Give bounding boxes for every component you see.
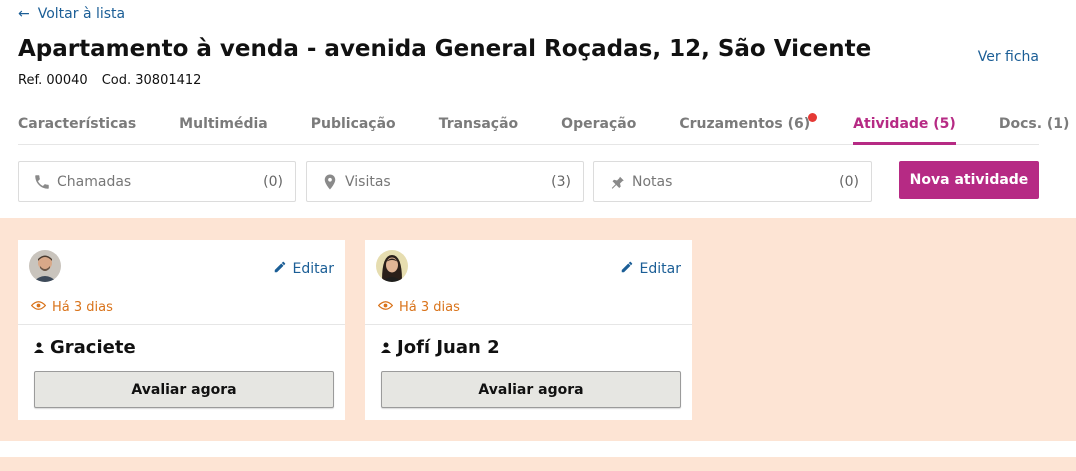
tab-caracteristicas[interactable]: Características	[18, 104, 136, 145]
divider	[18, 324, 345, 325]
page-title: Apartamento à venda - avenida General Ro…	[18, 36, 872, 62]
pushpin-icon	[608, 173, 626, 191]
avaliar-agora-button[interactable]: Avaliar agora	[381, 371, 681, 408]
pencil-icon	[273, 260, 287, 278]
tab-bar: Características Multimédia Publicação Tr…	[18, 104, 1069, 145]
contact-name-label: Jofí Juan 2	[397, 337, 500, 358]
reference-line: Ref. 00040 Cod. 30801412	[18, 73, 201, 88]
edit-button[interactable]: Editar	[273, 260, 334, 278]
ver-ficha-link[interactable]: Ver ficha	[978, 49, 1039, 65]
location-pin-icon	[321, 173, 339, 191]
activity-card: Editar Há 3 dias Jofí Juan 2 Avaliar ago…	[365, 240, 692, 420]
edit-button[interactable]: Editar	[620, 260, 681, 278]
back-to-list-link[interactable]: ← Voltar à lista	[18, 6, 125, 22]
activity-card: Editar Há 3 dias Graciete Avaliar agora	[18, 240, 345, 420]
cod-number: Cod. 30801412	[101, 73, 202, 88]
ref-number: Ref. 00040	[18, 73, 88, 88]
tab-atividade[interactable]: Atividade (5)	[853, 104, 956, 145]
tab-multimedia[interactable]: Multimédia	[179, 104, 268, 145]
filter-count: (0)	[839, 173, 859, 190]
edit-label: Editar	[292, 261, 334, 277]
filter-label: Notas	[632, 173, 673, 190]
tab-cruzamentos[interactable]: Cruzamentos (6)	[679, 104, 818, 145]
edit-label: Editar	[639, 261, 681, 277]
divider	[365, 324, 692, 325]
filter-count: (3)	[551, 173, 571, 190]
back-link-label: Voltar à lista	[37, 6, 126, 22]
avatar	[376, 250, 408, 282]
activity-list-area-next	[0, 457, 1076, 471]
nova-atividade-button[interactable]: Nova atividade	[899, 161, 1039, 199]
person-icon	[34, 337, 44, 358]
tab-transacao[interactable]: Transação	[439, 104, 518, 145]
person-icon	[381, 337, 391, 358]
time-ago-label: Há 3 dias	[399, 300, 460, 315]
tab-docs[interactable]: Docs. (1)	[999, 104, 1070, 145]
contact-name: Jofí Juan 2	[381, 337, 500, 358]
filter-count: (0)	[263, 173, 283, 190]
filter-label: Chamadas	[57, 173, 132, 190]
eye-icon	[30, 300, 47, 315]
filter-label: Visitas	[345, 173, 391, 190]
avaliar-agora-button[interactable]: Avaliar agora	[34, 371, 334, 408]
time-ago-label: Há 3 dias	[52, 300, 113, 315]
contact-name: Graciete	[34, 337, 136, 358]
arrow-left-icon: ←	[18, 6, 30, 22]
contact-name-label: Graciete	[50, 337, 136, 358]
eye-icon	[377, 300, 394, 315]
tab-operacao[interactable]: Operação	[561, 104, 636, 145]
filter-visitas[interactable]: Visitas (3)	[306, 161, 584, 202]
phone-icon	[33, 173, 51, 191]
pencil-icon	[620, 260, 634, 278]
filter-chamadas[interactable]: Chamadas (0)	[18, 161, 296, 202]
notification-dot	[808, 113, 818, 122]
tab-publicacao[interactable]: Publicação	[311, 104, 396, 145]
filter-notas[interactable]: Notas (0)	[593, 161, 872, 202]
time-ago: Há 3 dias	[377, 300, 460, 315]
time-ago: Há 3 dias	[30, 300, 113, 315]
avatar	[29, 250, 61, 282]
